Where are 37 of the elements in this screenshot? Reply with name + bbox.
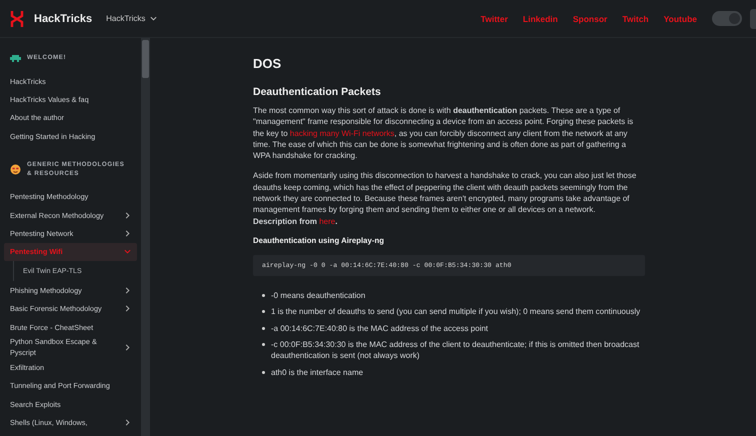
bullet-icon: [262, 310, 265, 314]
section-heading: Deauthentication Packets: [253, 86, 382, 98]
paragraph: Aside from momentarily using this disconnection to harvest a handshake to crack, you can also just let those deauths keep coming, which has the effect of peppering the client with deauth packets seemingly from the network they are connected to. Because these frames aren't encrypted, many programs take advantage of management frames by forging them and sending them to either one or all devices on a network.: [253, 170, 638, 216]
bullet-icon: [262, 294, 265, 297]
list-item: -0 means deauthentication: [271, 290, 366, 301]
nav-link[interactable]: Linkedin: [522, 14, 558, 24]
site-title[interactable]: HackTricks: [34, 12, 92, 24]
chevron-icon[interactable]: [124, 286, 131, 294]
logo-icon[interactable]: [10, 10, 24, 28]
nav-link[interactable]: Twitter: [480, 14, 508, 24]
bullet-icon: [262, 326, 265, 330]
list-item: ath0 is the interface name: [271, 366, 364, 378]
chevron-icon[interactable]: [124, 419, 131, 426]
nav-link[interactable]: Twitch: [622, 14, 649, 24]
chevron-icon[interactable]: [124, 212, 131, 219]
chevron-icon[interactable]: [124, 248, 131, 256]
scrollbar[interactable]: [141, 38, 150, 436]
bullet-icon: [262, 370, 265, 374]
link[interactable]: hacking many Wi-Fi networks: [290, 128, 394, 138]
theme-toggle[interactable]: [712, 11, 742, 26]
chevron-icon[interactable]: [124, 305, 131, 312]
invader-icon: [10, 52, 21, 63]
book-dropdown[interactable]: HackTricks: [106, 14, 158, 23]
list-item: 1 is the number of deauths to send (you can send multiple if you wish); 0 means send them continuously: [271, 306, 640, 318]
bullet-icon: [262, 343, 265, 346]
chevron-icon[interactable]: [124, 230, 131, 238]
emoji-icon: [10, 164, 21, 175]
page-title: DOS: [253, 56, 282, 71]
link[interactable]: here: [319, 216, 336, 226]
caret-icon: [150, 15, 158, 22]
source-line: Description from here.: [253, 216, 338, 227]
chevron-icon[interactable]: [124, 344, 131, 351]
paragraph: The most common way this sort of attack is done is with deauthentication packets. These are a type of "management" frame responsible for disconnecting a device from an access point. Forging these packets is the key to hacking many Wi-Fi networks, as you can forcibly disconnect any client from the network at any time. The ease of which this can be done is somewhat frightening and is often done as part of gathering a WPA handshake for cracking.: [253, 105, 634, 162]
nav-link[interactable]: Youtube: [664, 14, 697, 24]
list-item: -c 00:0F:B5:34:30:30 is the MAC address of the client to deauthenticate; if this is omitted then broadcast deauthentication is sent (not always work): [271, 339, 640, 362]
nav-link[interactable]: Sponsor: [572, 14, 608, 24]
list-item: -a 00:14:6C:7E:40:80 is the MAC address of the access point: [271, 322, 488, 334]
